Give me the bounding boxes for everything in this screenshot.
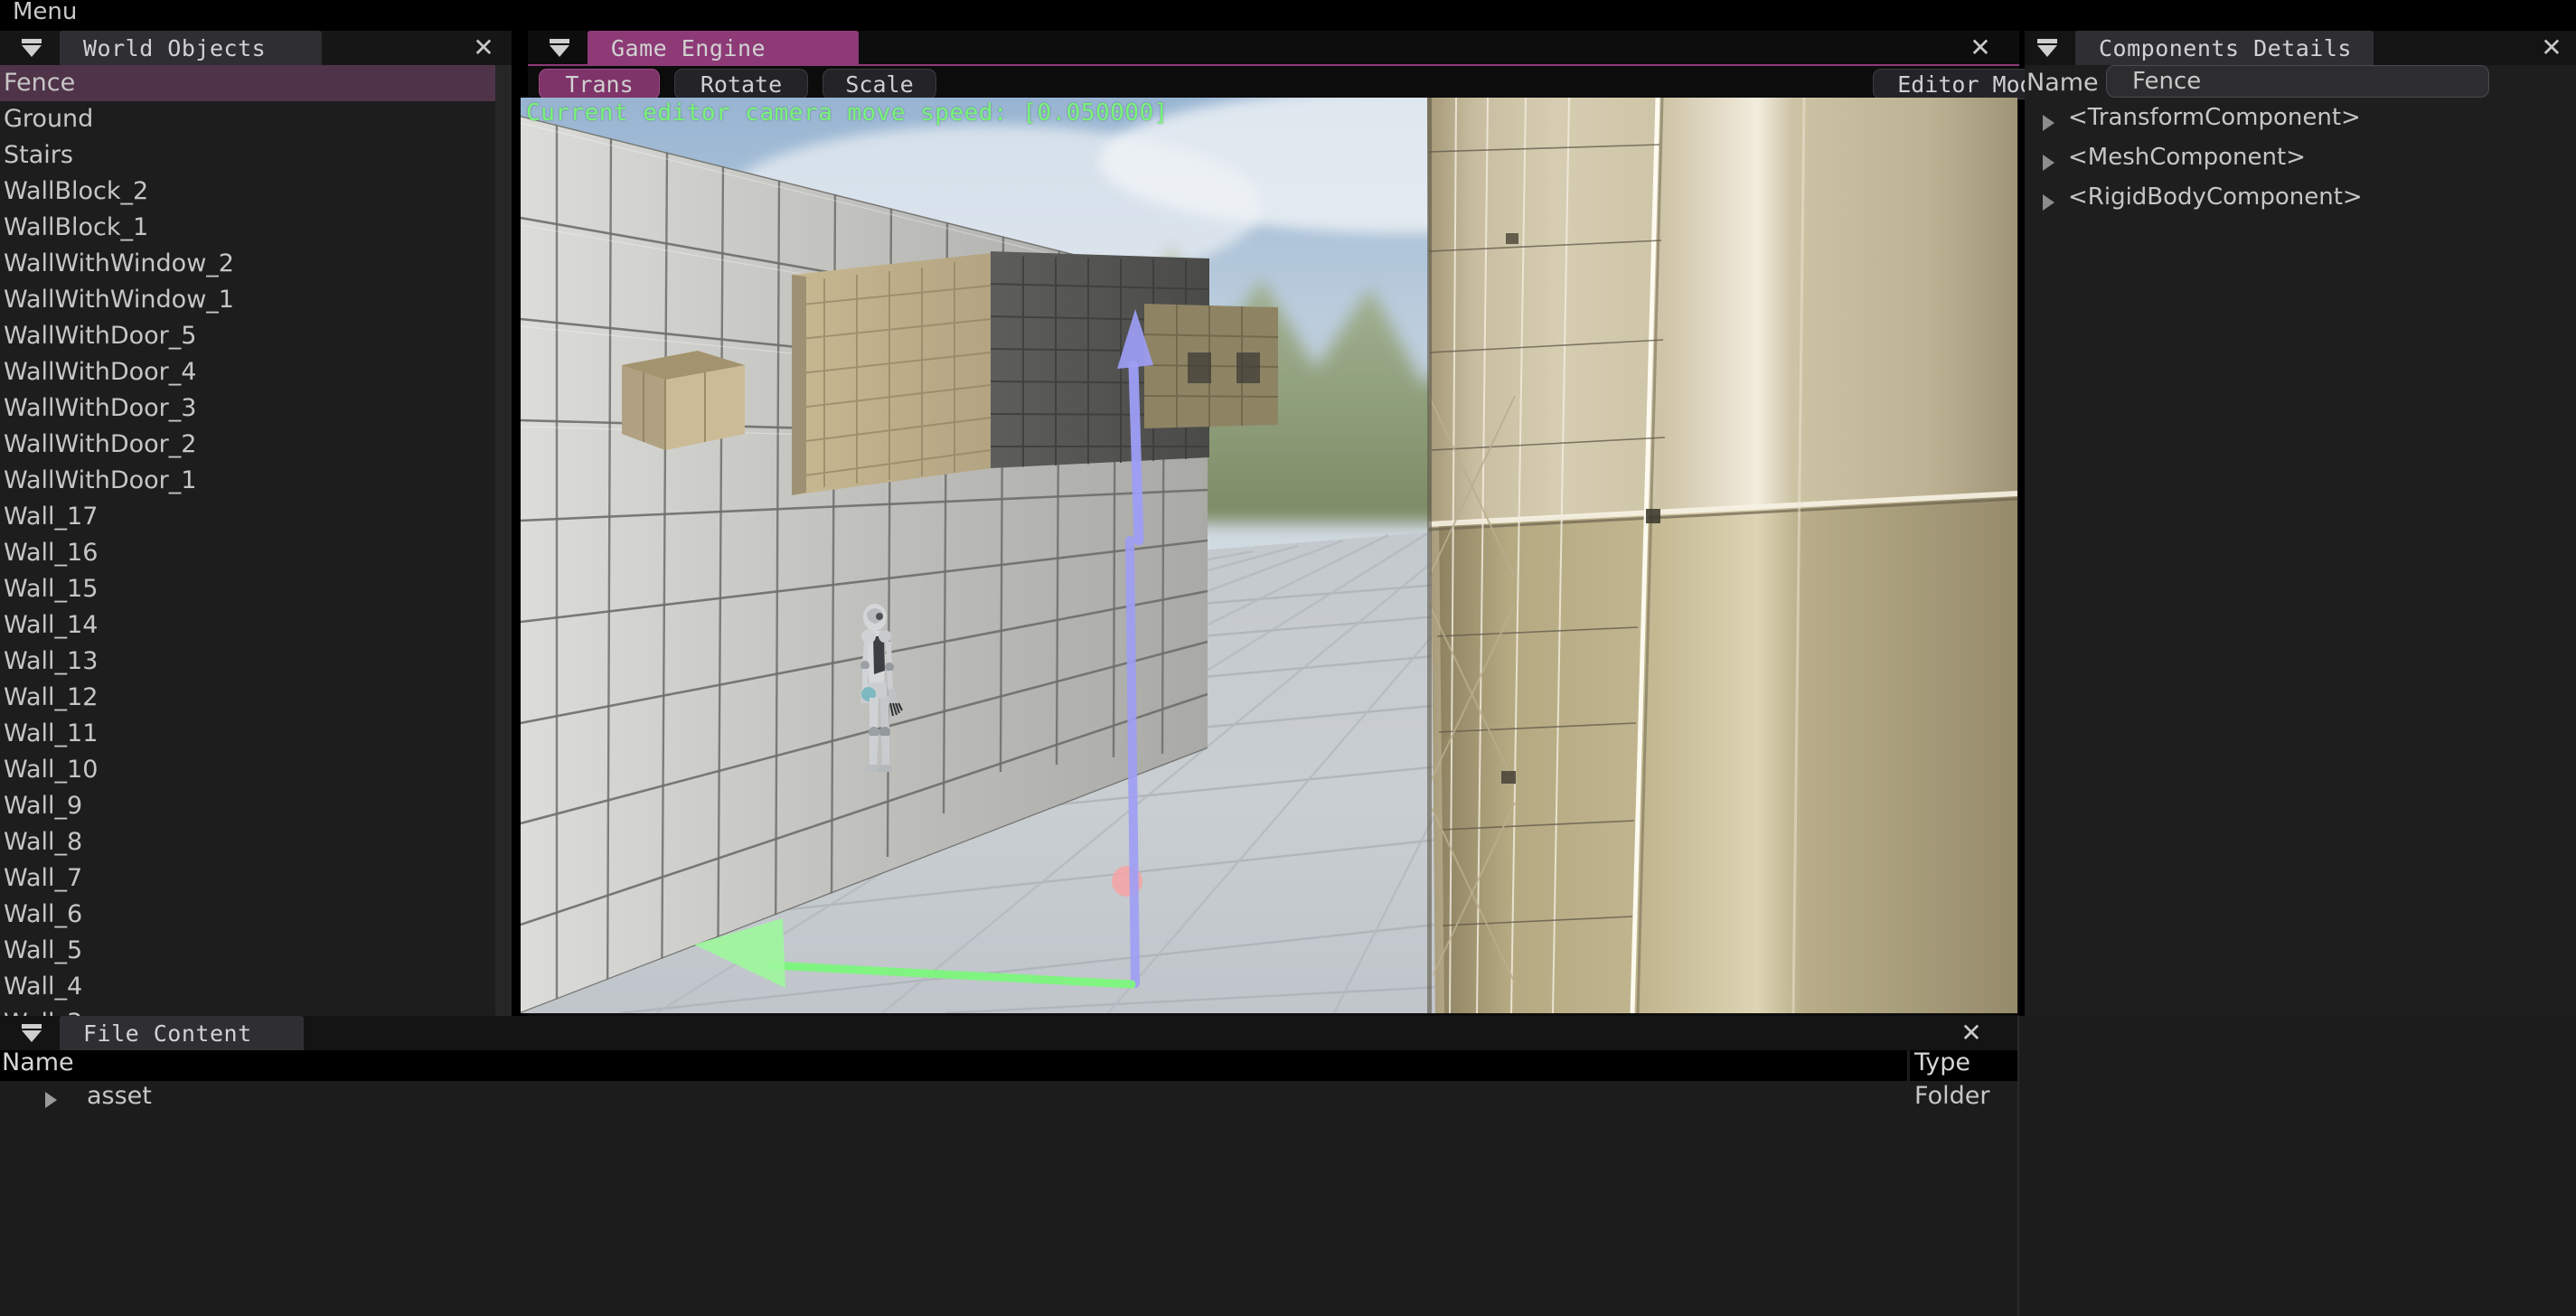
components-details-panel: Components Details ✕ Name Fence <Transfo… — [2025, 31, 2576, 1016]
components-details-title: Components Details — [2099, 34, 2352, 61]
world-objects-list[interactable]: Fence Ground Stairs WallBlock_2 WallBlock_1 W… — [0, 65, 495, 1016]
world-object-item[interactable]: Wall_8 — [0, 824, 495, 860]
components-details-titlebar: Components Details ✕ — [2025, 31, 2576, 65]
component-label: <TransformComponent> — [2068, 104, 2361, 131]
world-object-item[interactable]: Wall_6 — [0, 897, 495, 933]
file-content-titlebar: File Content ✕ — [0, 1016, 2017, 1050]
close-icon[interactable]: ✕ — [1960, 1020, 1983, 1046]
tab-game-engine[interactable]: Game Engine — [588, 31, 859, 65]
tab-file-content[interactable]: File Content — [60, 1016, 304, 1050]
file-row-name: asset — [87, 1082, 152, 1110]
close-icon[interactable]: ✕ — [1969, 35, 1992, 61]
world-objects-titlebar: World Objects ✕ — [0, 31, 512, 65]
collapse-caret-icon[interactable] — [22, 39, 42, 57]
world-object-item[interactable]: WallBlock_1 — [0, 210, 495, 246]
game-engine-title: Game Engine — [611, 34, 766, 61]
world-object-item[interactable]: Wall_3 — [0, 1005, 495, 1016]
world-object-item[interactable]: Wall_13 — [0, 644, 495, 680]
world-object-item[interactable]: Wall_10 — [0, 752, 495, 788]
game-engine-toolbar: Trans Rotate Scale Editor Mode — [528, 67, 2072, 101]
scale-tool-button[interactable]: Scale — [823, 69, 936, 99]
name-input[interactable]: Fence — [2106, 65, 2489, 98]
collapse-caret-icon[interactable] — [2037, 39, 2057, 57]
triangle-right-icon[interactable] — [2043, 194, 2054, 211]
tab-components-details[interactable]: Components Details — [2075, 31, 2374, 65]
collapse-caret-icon[interactable] — [550, 39, 569, 57]
world-object-item[interactable]: Wall_5 — [0, 933, 495, 969]
menu-bar: Menu — [0, 0, 2576, 31]
world-object-item[interactable]: Wall_12 — [0, 680, 495, 716]
triangle-right-icon[interactable] — [45, 1092, 57, 1108]
world-object-item[interactable]: Stairs — [0, 137, 495, 174]
world-object-item[interactable]: WallWithDoor_1 — [0, 463, 495, 499]
name-label: Name — [2026, 69, 2099, 97]
triangle-right-icon[interactable] — [2043, 155, 2054, 171]
rotate-tool-button[interactable]: Rotate — [674, 69, 808, 99]
world-object-item[interactable]: Wall_7 — [0, 860, 495, 897]
world-object-item[interactable]: WallWithDoor_2 — [0, 427, 495, 463]
table-row[interactable]: asset Folder — [0, 1081, 2017, 1119]
close-icon[interactable]: ✕ — [472, 35, 495, 61]
component-tree-row[interactable]: <TransformComponent> — [2025, 103, 2576, 139]
file-content-panel: File Content ✕ Name Type asset Folder — [0, 1016, 2576, 1316]
triangle-right-icon[interactable] — [2043, 115, 2054, 131]
world-object-item[interactable]: Wall_16 — [0, 535, 495, 571]
component-label: <MeshComponent> — [2068, 144, 2306, 171]
world-objects-scrollbar-track[interactable] — [495, 65, 1006, 1016]
world-object-item[interactable]: Ground — [0, 101, 495, 137]
world-object-item[interactable]: WallWithDoor_3 — [0, 390, 495, 427]
camera-speed-overlay: Current editor camera move speed: [0.050… — [526, 99, 1169, 127]
collapse-caret-icon[interactable] — [22, 1024, 42, 1042]
game-engine-titlebar: Game Engine ✕ — [528, 31, 2019, 65]
world-object-item[interactable]: Wall_15 — [0, 571, 495, 607]
component-tree-row[interactable]: <RigidBodyComponent> — [2025, 183, 2576, 219]
close-icon[interactable]: ✕ — [2540, 35, 2563, 61]
translate-tool-button[interactable]: Trans — [539, 69, 660, 99]
viewport-render — [521, 98, 2017, 1013]
game-engine-accent-underline — [528, 64, 2019, 66]
file-content-right-divider — [2017, 1016, 2019, 1316]
world-object-item[interactable]: Wall_4 — [0, 969, 495, 1005]
world-object-item[interactable]: WallWithDoor_4 — [0, 354, 495, 390]
file-content-header-row: Name Type — [0, 1048, 2017, 1081]
tab-world-objects[interactable]: World Objects — [60, 31, 322, 65]
world-object-item[interactable]: WallWithDoor_5 — [0, 318, 495, 354]
world-object-item[interactable]: Wall_14 — [0, 607, 495, 644]
column-header-type[interactable]: Type — [1914, 1048, 1970, 1076]
world-object-item[interactable]: Wall_11 — [0, 716, 495, 752]
world-object-item[interactable]: WallBlock_2 — [0, 174, 495, 210]
world-object-item[interactable]: Wall_9 — [0, 788, 495, 824]
world-object-item[interactable]: Wall_17 — [0, 499, 495, 535]
app-root: Menu World Objects ✕ Fence Ground Stairs Wa… — [0, 0, 2576, 1316]
world-objects-panel: World Objects ✕ Fence Ground Stairs WallBlo… — [0, 31, 1006, 1016]
world-object-item[interactable]: WallWithWindow_1 — [0, 282, 495, 318]
column-header-name[interactable]: Name — [2, 1048, 74, 1076]
3d-viewport[interactable]: Current editor camera move speed: [0.050… — [521, 98, 2017, 1013]
component-tree-row[interactable]: <MeshComponent> — [2025, 143, 2576, 179]
file-content-title: File Content — [83, 1020, 252, 1047]
menu-button[interactable]: Menu — [13, 0, 77, 27]
world-object-item[interactable]: WallWithWindow_2 — [0, 246, 495, 282]
file-row-type: Folder — [1914, 1082, 1990, 1110]
component-name-row: Name Fence — [2025, 65, 2576, 101]
column-divider[interactable] — [1907, 1050, 1910, 1081]
world-object-item[interactable]: Fence — [0, 65, 495, 101]
component-label: <RigidBodyComponent> — [2068, 183, 2363, 211]
world-objects-title: World Objects — [83, 34, 267, 61]
